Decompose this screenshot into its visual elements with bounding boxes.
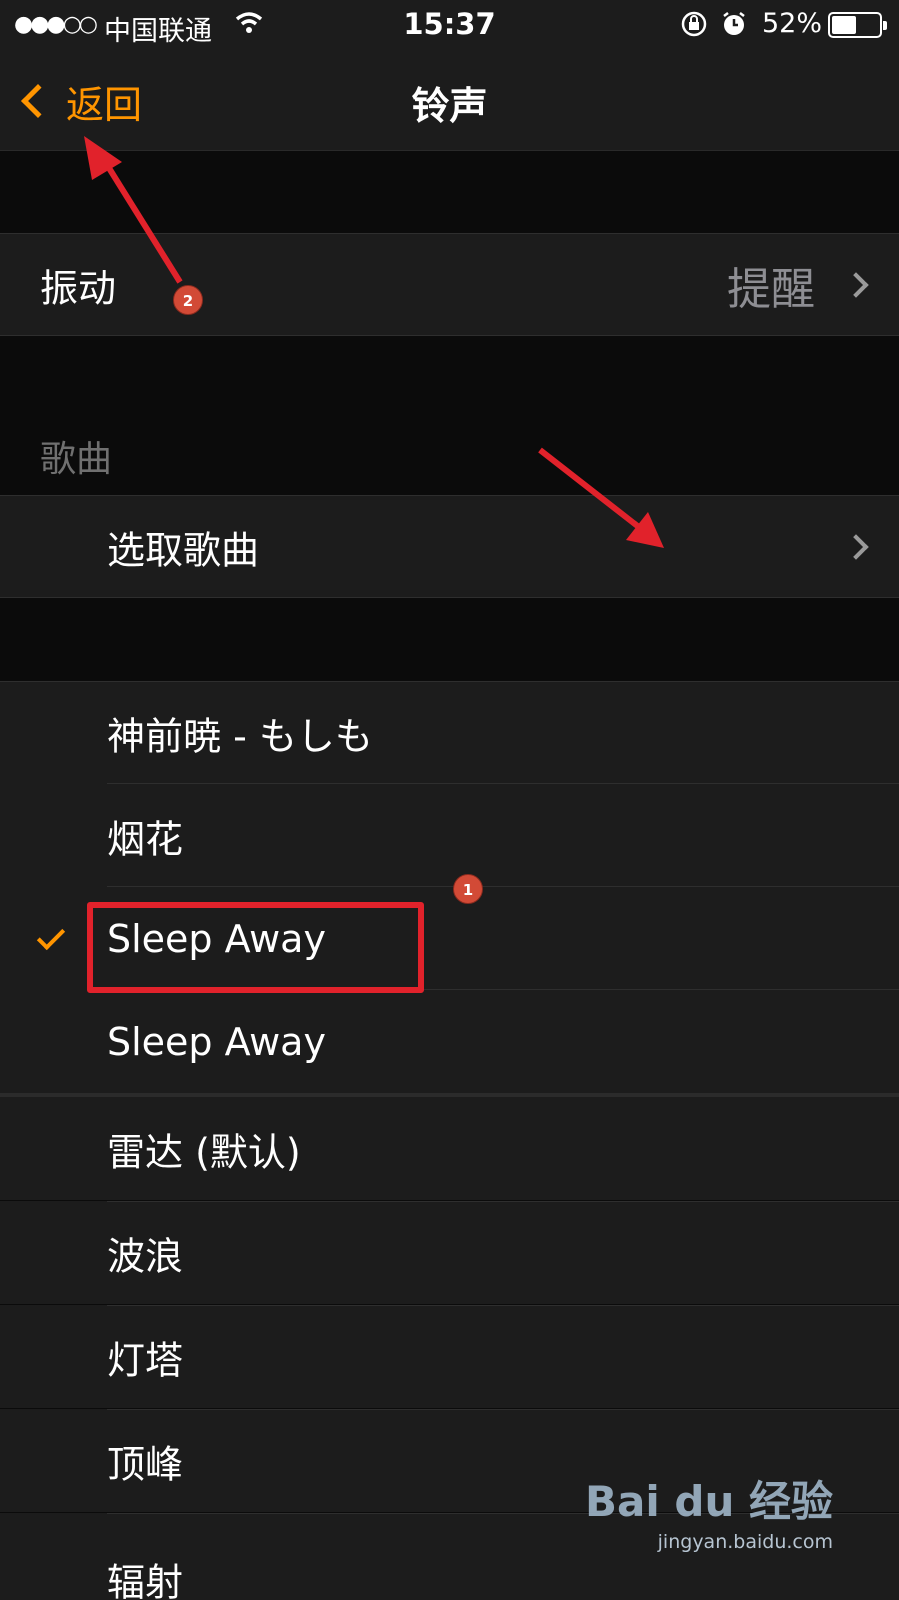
watermark: Bai du 经验 jingyan.baidu.com xyxy=(585,1468,833,1553)
divider xyxy=(0,681,899,682)
page-title: 铃声 xyxy=(411,84,488,128)
songs-section-header: 歌曲 xyxy=(40,439,113,480)
battery-percent: 52% xyxy=(762,8,823,39)
ringtone-label: 雷达 (默认) xyxy=(107,1130,301,1174)
ringtone-label: 波浪 xyxy=(107,1234,184,1278)
ringtone-row[interactable]: 波浪 xyxy=(0,1201,899,1304)
divider xyxy=(0,597,899,598)
chevron-right-icon xyxy=(843,271,869,298)
vibration-value: 提醒 xyxy=(727,263,815,315)
divider xyxy=(0,495,899,496)
chevron-right-icon xyxy=(843,533,869,560)
vibration-row[interactable]: 振动 提醒 xyxy=(0,233,899,336)
song-row[interactable]: 神前暁 - もしも xyxy=(0,681,899,784)
status-bar: ●●●○○ 中国联通 15:37 52% xyxy=(0,0,899,50)
watermark-logo: Bai du 经验 xyxy=(585,1477,833,1526)
divider xyxy=(107,783,899,784)
song-label: 烟花 xyxy=(107,817,184,861)
navigation-bar: 返回 铃声 xyxy=(0,50,899,151)
divider xyxy=(107,1201,899,1202)
annotation-badge-2: 2 xyxy=(173,285,203,315)
pick-song-label: 选取歌曲 xyxy=(107,528,260,572)
song-label: Sleep Away xyxy=(107,1019,326,1064)
ringtone-label: 顶峰 xyxy=(107,1442,184,1486)
song-row[interactable]: Sleep Away xyxy=(0,990,899,1093)
rotation-lock-icon xyxy=(680,10,708,45)
song-row[interactable]: 烟花 xyxy=(0,784,899,887)
divider xyxy=(107,1305,899,1306)
ringtone-row[interactable]: 灯塔 xyxy=(0,1305,899,1408)
ringtone-label: 辐射 xyxy=(107,1560,184,1600)
battery-fill xyxy=(832,16,856,34)
divider xyxy=(107,886,899,887)
watermark-url: jingyan.baidu.com xyxy=(657,1531,833,1553)
alarm-icon xyxy=(720,10,748,45)
divider xyxy=(0,233,899,234)
annotation-highlight-box xyxy=(87,902,424,993)
divider xyxy=(107,1409,899,1410)
vibration-label: 振动 xyxy=(40,266,117,310)
ringtone-label: 灯塔 xyxy=(107,1338,184,1382)
pick-song-row[interactable]: 选取歌曲 xyxy=(0,495,899,598)
ringtone-row[interactable]: 雷达 (默认) xyxy=(0,1097,899,1200)
checkmark-icon xyxy=(36,921,66,951)
song-label: 神前暁 - もしも xyxy=(107,714,373,758)
divider xyxy=(0,335,899,336)
battery-icon xyxy=(828,12,887,38)
annotation-badge-1: 1 xyxy=(453,874,483,904)
